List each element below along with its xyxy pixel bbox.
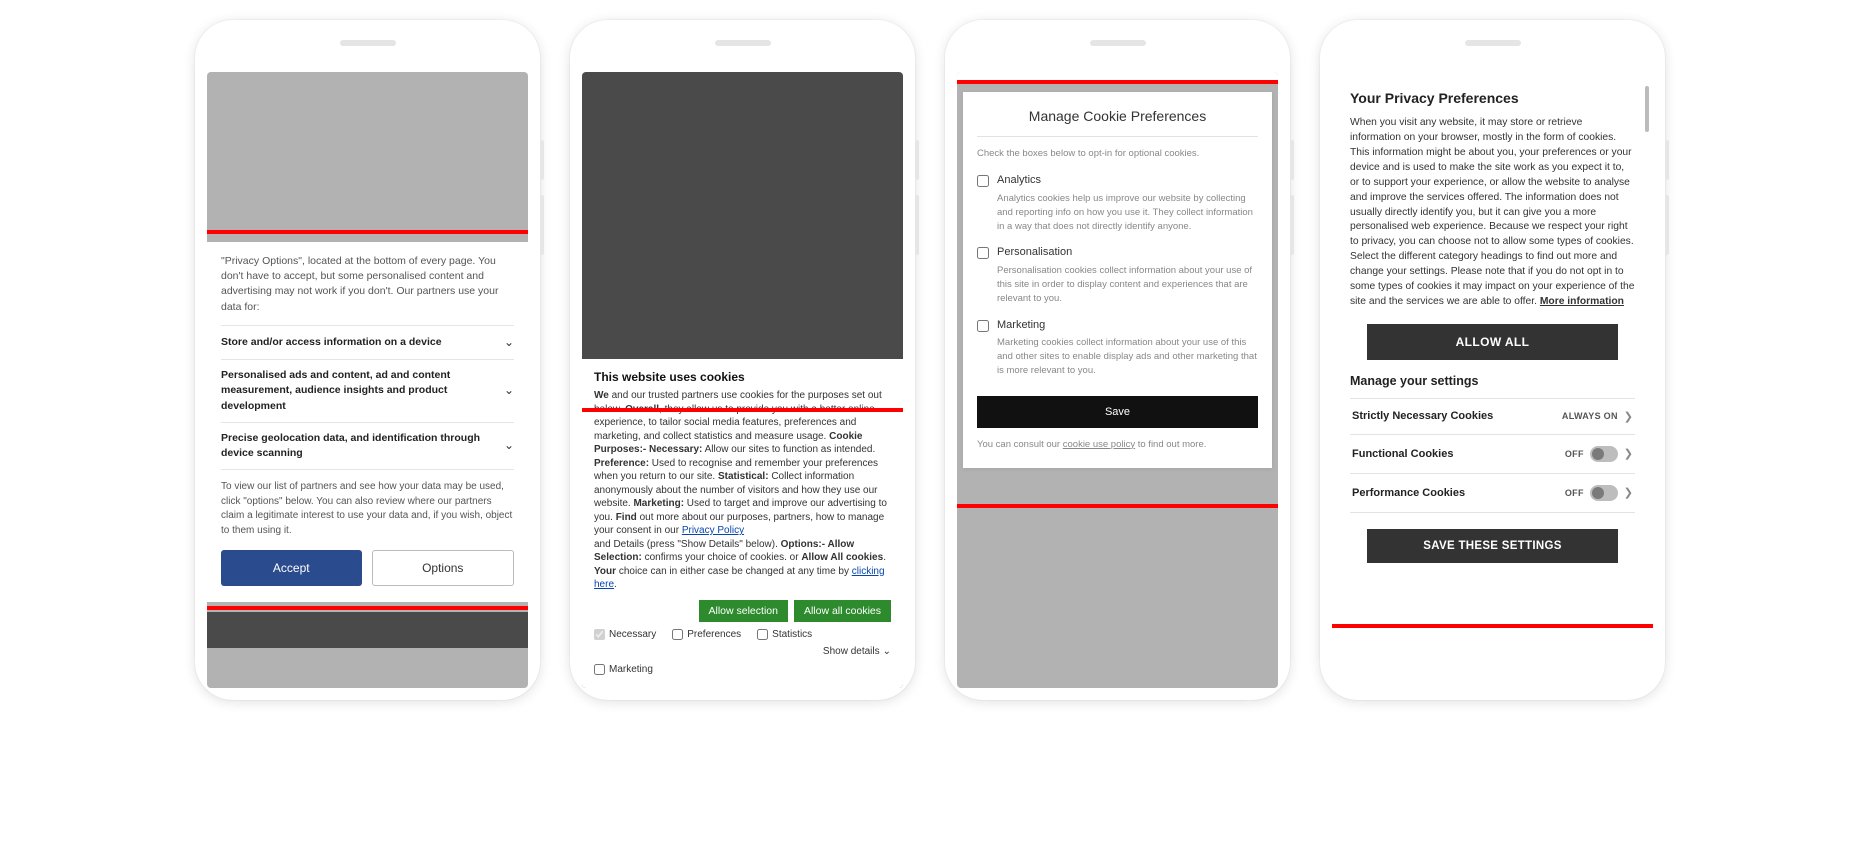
marketing-checkbox[interactable]: Marketing (594, 663, 891, 677)
banner-title: This website uses cookies (594, 369, 891, 385)
preferences-panel: Manage Cookie Preferences Check the boxe… (963, 92, 1272, 468)
phone-mock-1: "Privacy Options", located at the bottom… (195, 20, 540, 700)
scrollbar-thumb[interactable] (1645, 86, 1649, 132)
option-desc: Marketing cookies collect information ab… (977, 336, 1258, 377)
analytics-checkbox[interactable] (977, 175, 989, 187)
footer-note: To view our list of partners and see how… (221, 469, 514, 538)
option-label: Personalisation (997, 245, 1072, 261)
side-button (1290, 195, 1294, 255)
panel-title: Manage Cookie Preferences (977, 106, 1258, 137)
statistics-checkbox[interactable]: Statistics (757, 628, 812, 642)
option-label: Marketing (997, 318, 1045, 334)
row-status: OFF (1565, 449, 1584, 459)
side-button (540, 140, 544, 180)
allow-all-button[interactable]: ALLOW ALL (1367, 324, 1618, 360)
side-button (540, 195, 544, 255)
cookie-row-strictly-necessary[interactable]: Strictly Necessary Cookies ALWAYS ON ❯ (1350, 398, 1635, 434)
panel-subtitle: Check the boxes below to opt-in for opti… (977, 147, 1258, 161)
cookie-banner: This website uses cookies We and our tru… (582, 359, 903, 688)
row-label: Functional Cookies (1352, 448, 1565, 460)
toggle-switch[interactable] (1590, 485, 1618, 501)
cookie-policy-link[interactable]: cookie use policy (1063, 439, 1135, 450)
chevron-down-icon: ⌄ (883, 645, 891, 659)
cookie-row-functional[interactable]: Functional Cookies OFF ❯ (1350, 434, 1635, 473)
purpose-row[interactable]: Store and/or access information on a dev… (221, 325, 514, 359)
toggle-switch[interactable] (1590, 446, 1618, 462)
row-label: Strictly Necessary Cookies (1352, 410, 1562, 422)
side-button (1665, 195, 1669, 255)
speaker-slot (1090, 40, 1146, 46)
purpose-label: Store and/or access information on a dev… (221, 335, 494, 350)
purpose-label: Personalised ads and content, ad and con… (221, 368, 494, 414)
row-status: ALWAYS ON (1562, 411, 1618, 421)
accept-button[interactable]: Accept (221, 550, 362, 586)
speaker-slot (715, 40, 771, 46)
privacy-policy-link[interactable]: Privacy Policy (682, 525, 744, 536)
option-desc: Analytics cookies help us improve our we… (977, 192, 1258, 233)
dark-strip (207, 612, 528, 648)
side-button (1290, 140, 1294, 180)
side-button (915, 195, 919, 255)
show-details-link[interactable]: Show details⌄ (823, 645, 891, 659)
cookie-row-performance[interactable]: Performance Cookies OFF ❯ (1350, 473, 1635, 513)
save-settings-button[interactable]: SAVE THESE SETTINGS (1367, 529, 1618, 563)
panel-title: Your Privacy Preferences (1350, 90, 1635, 106)
chevron-down-icon: ⌄ (504, 437, 514, 454)
necessary-checkbox[interactable]: Necessary (594, 628, 656, 642)
phone-mock-4: Your Privacy Preferences When you visit … (1320, 20, 1665, 700)
footer-text: You can consult our cookie use policy to… (977, 438, 1258, 452)
chevron-down-icon: ⌄ (504, 334, 514, 351)
side-button (915, 140, 919, 180)
option-label: Analytics (997, 173, 1041, 189)
chevron-right-icon: ❯ (1624, 410, 1633, 423)
phone-mock-2: This website uses cookies We and our tru… (570, 20, 915, 700)
option-desc: Personalisation cookies collect informat… (977, 264, 1258, 305)
speaker-slot (1465, 40, 1521, 46)
options-button[interactable]: Options (372, 550, 515, 586)
row-status: OFF (1565, 488, 1584, 498)
marketing-checkbox[interactable] (977, 320, 989, 332)
save-button[interactable]: Save (977, 396, 1258, 428)
top-bar (957, 72, 1278, 84)
chevron-right-icon: ❯ (1624, 486, 1633, 499)
row-label: Performance Cookies (1352, 487, 1565, 499)
banner-body: We and our trusted partners use cookies … (594, 389, 891, 592)
side-button (1665, 140, 1669, 180)
purpose-row[interactable]: Personalised ads and content, ad and con… (221, 359, 514, 422)
allow-selection-button[interactable]: Allow selection (699, 600, 788, 622)
preferences-checkbox[interactable]: Preferences (672, 628, 741, 642)
option-personalisation: Personalisation Personalisation cookies … (977, 245, 1258, 305)
consent-panel: "Privacy Options", located at the bottom… (207, 242, 528, 602)
purpose-label: Precise geolocation data, and identifica… (221, 431, 494, 461)
allow-all-button[interactable]: Allow all cookies (794, 600, 891, 622)
speaker-slot (340, 40, 396, 46)
option-analytics: Analytics Analytics cookies help us impr… (977, 173, 1258, 233)
purpose-row[interactable]: Precise geolocation data, and identifica… (221, 422, 514, 469)
chevron-right-icon: ❯ (1624, 447, 1633, 460)
phone-mock-3: Manage Cookie Preferences Check the boxe… (945, 20, 1290, 700)
privacy-panel: Your Privacy Preferences When you visit … (1332, 72, 1653, 688)
option-marketing: Marketing Marketing cookies collect info… (977, 318, 1258, 378)
manage-heading: Manage your settings (1350, 374, 1635, 388)
intro-text: "Privacy Options", located at the bottom… (221, 254, 514, 315)
more-info-link[interactable]: More information (1540, 296, 1624, 307)
personalisation-checkbox[interactable] (977, 247, 989, 259)
chevron-down-icon: ⌄ (504, 382, 514, 399)
panel-body: When you visit any website, it may store… (1350, 116, 1635, 310)
